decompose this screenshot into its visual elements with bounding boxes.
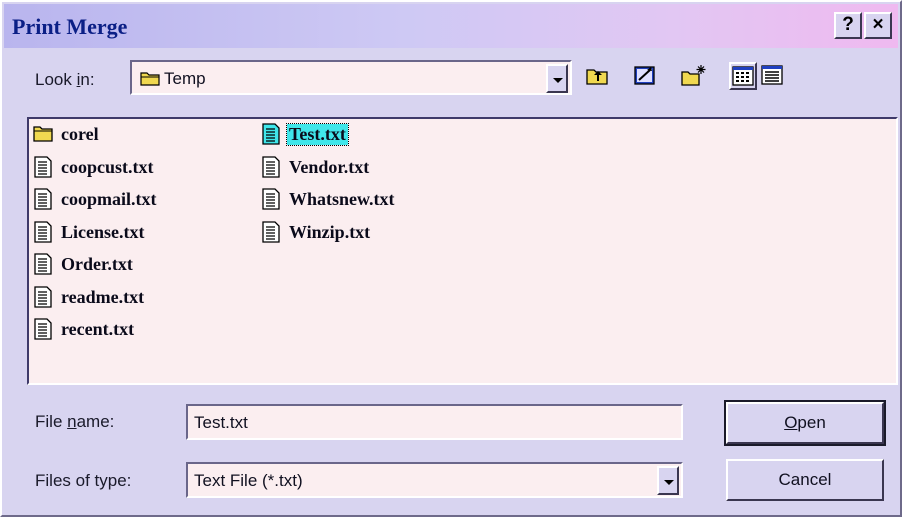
text-file-icon — [33, 285, 53, 313]
up-one-level-icon — [583, 69, 611, 94]
look-in-dropdown-button[interactable] — [546, 64, 568, 93]
list-view-icon — [731, 66, 755, 92]
file-list-item-label: Test.txt — [286, 123, 349, 146]
chevron-down-icon — [664, 480, 674, 485]
text-file-icon — [261, 123, 281, 150]
text-file-icon — [261, 155, 281, 183]
file-list-item-label: readme.txt — [61, 286, 145, 307]
file-type-label: Files of type: — [35, 471, 132, 490]
folder-icon — [140, 70, 160, 91]
file-list-item-label: Whatsnew.txt — [289, 189, 395, 209]
text-file-icon — [33, 318, 53, 345]
file-type-combo[interactable]: Text File (*.txt) — [186, 462, 683, 498]
print-merge-dialog: Print Merge ? × Look in: Temp corel coop… — [0, 0, 902, 517]
file-list-item-label: License.txt — [61, 221, 145, 242]
file-name-label: File name: — [35, 412, 115, 431]
file-list-item-label: coopcust.txt — [61, 156, 154, 177]
dialog-title: Print Merge — [12, 14, 128, 39]
file-list-item-label: corel — [61, 124, 99, 144]
look-in-label: Look in: — [35, 70, 95, 89]
text-file-icon — [33, 220, 53, 248]
new-folder-icon — [679, 65, 707, 94]
desktop-icon — [631, 66, 659, 94]
chevron-down-icon — [553, 78, 563, 83]
close-button[interactable]: × — [864, 12, 892, 39]
file-name-value: Test.txt — [194, 413, 248, 432]
file-list-item-label: Vendor.txt — [289, 156, 370, 177]
text-file-icon — [33, 188, 53, 215]
list-view-button[interactable] — [729, 62, 757, 90]
text-file-icon — [261, 220, 281, 248]
text-file-icon — [33, 155, 53, 183]
look-in-combo[interactable]: Temp — [130, 60, 572, 95]
title-bar[interactable]: Print Merge ? × — [4, 4, 898, 48]
new-folder-button[interactable] — [679, 62, 707, 90]
file-name-input[interactable]: Test.txt — [186, 404, 683, 440]
details-view-button[interactable] — [759, 62, 787, 90]
file-list-item-label: Winzip.txt — [289, 221, 371, 242]
details-view-icon — [759, 65, 787, 94]
file-list[interactable]: corel coopcust.txt coopmail.txt License.txt… — [27, 117, 898, 385]
file-list-item-label: Order.txt — [61, 254, 133, 274]
folder-icon — [33, 123, 53, 148]
file-type-dropdown-button[interactable] — [657, 466, 679, 495]
cancel-button[interactable]: Cancel — [726, 459, 884, 501]
file-list-item-label: recent.txt — [61, 319, 135, 339]
help-button[interactable]: ? — [834, 12, 862, 39]
text-file-icon — [261, 188, 281, 215]
file-type-value: Text File (*.txt) — [194, 471, 303, 490]
desktop-button[interactable] — [631, 62, 659, 90]
text-file-icon — [33, 253, 53, 280]
open-button[interactable]: Open — [724, 400, 886, 446]
file-list-item-label: coopmail.txt — [61, 189, 157, 209]
look-in-value: Temp — [164, 69, 206, 88]
up-one-level-button[interactable] — [583, 62, 611, 90]
